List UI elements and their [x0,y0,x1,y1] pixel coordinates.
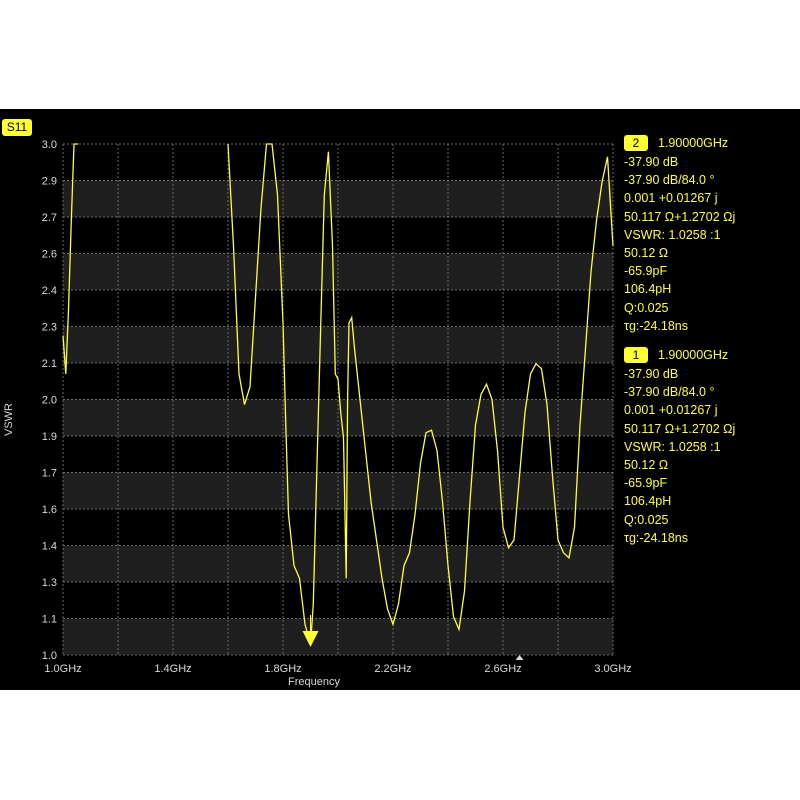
marker-1-readout: 1 1.90000GHz -37.90 dB -37.90 dB/84.0 ° … [622,345,797,547]
marker-2-line: 50.12 Ω [624,245,669,260]
y-tick-label: 2.6 [42,249,57,261]
marker-1-line: τg:-24.18ns [624,530,689,545]
marker-2-line: τg:-24.18ns [624,318,689,333]
y-tick-label: 2.7 [42,212,57,224]
x-tick-label: 1.0GHz [44,663,81,675]
y-tick-label: 2.3 [42,322,57,334]
marker-1-line: 50.117 Ω+1.2702 Ωj [624,421,736,436]
x-tick-label: 3.0GHz [594,663,631,675]
marker-1-frequency: 1.90000GHz [658,348,729,362]
marker-2-line: -65.9pF [624,264,668,279]
marker-2-line: 0.001 +0.01267 j [624,191,718,206]
x-tick-label: 1.8GHz [264,663,301,675]
marker-1-line: 106.4pH [624,494,672,509]
marker-1-line: -37.90 dB [624,367,679,381]
trace-label-badge[interactable]: S11 [2,119,32,136]
marker-1-line: -37.90 dB/84.0 ° [624,385,715,400]
y-tick-label: 2.4 [42,285,57,297]
marker-2-frequency: 1.90000GHz [658,136,729,150]
y-tick-label: 1.7 [42,468,57,480]
marker-1-badge[interactable]: 1 [624,347,648,363]
y-axis-title: VSWR [3,403,15,436]
marker-1-line: Q:0.025 [624,512,669,527]
marker-1-line: 50.12 Ω [624,457,669,472]
y-tick-label: 1.1 [42,614,57,626]
marker-2-line: 106.4pH [624,282,672,297]
marker-1-line: 0.001 +0.01267 j [624,403,718,418]
y-tick-label: 1.0 [42,650,57,662]
y-tick-label: 2.9 [42,176,57,188]
marker-2-line: -37.90 dB/84.0 ° [624,173,715,188]
marker-2-line: VSWR: 1.0258 :1 [624,227,721,242]
y-tick-label: 1.4 [42,541,57,553]
y-tick-label: 2.1 [42,358,57,370]
x-tick-label: 1.4GHz [154,663,191,675]
y-tick-label: 3.0 [42,139,57,151]
marker-1-line: VSWR: 1.0258 :1 [624,439,721,454]
y-tick-label: 1.3 [42,577,57,589]
frequency-scroll-arrow[interactable] [515,655,524,660]
marker-2-badge[interactable]: 2 [624,135,648,151]
marker-2-readout: 2 1.90000GHz -37.90 dB -37.90 dB/84.0 ° … [622,133,797,335]
y-tick-label: 1.6 [42,504,57,516]
marker-1-line: -65.9pF [624,476,668,491]
y-tick-label: 1.9 [42,431,57,443]
marker-2-line: -37.90 dB [624,155,679,169]
chart-panel: 1.0 1.1 1.3 1.4 1.6 1.7 1.9 2.0 2.1 2.3 2.4 2.6 2.7 2… [0,109,800,690]
y-tick-label: 2.0 [42,395,57,407]
x-tick-label: 2.6GHz [484,663,521,675]
marker-2-line: 50.117 Ω+1.2702 Ωj [624,209,736,224]
x-axis-title: Frequency [288,676,340,688]
marker-2-line: Q:0.025 [624,300,669,315]
x-tick-label: 2.2GHz [374,663,411,675]
